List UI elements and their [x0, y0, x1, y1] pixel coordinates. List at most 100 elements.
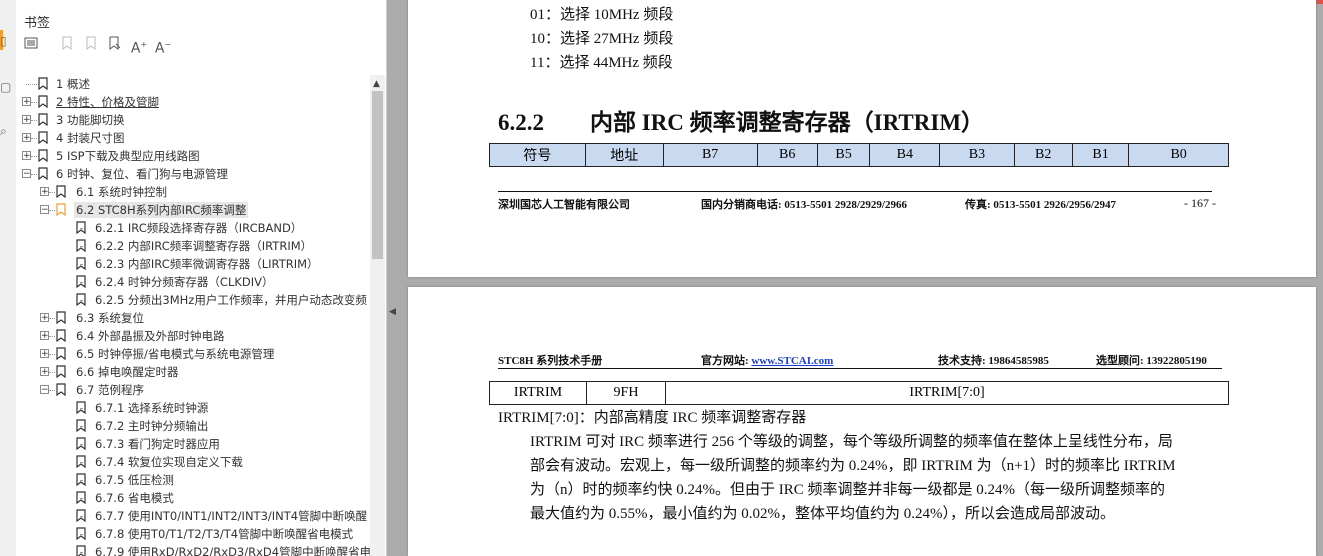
page-thumbnail-icon[interactable]: ▢	[0, 80, 12, 94]
bookmark-icon	[76, 545, 86, 556]
document-page-168: STC8H 系列技术手册 官方网站: www.STCAI.com 技术支持: 1…	[408, 287, 1316, 556]
bookmark-icon	[56, 365, 66, 378]
bookmark-item[interactable]: 6.2.1 IRC频段选择寄存器（IRCBAND）	[16, 219, 371, 237]
bookmark-item[interactable]: 6.7.6 省电模式	[16, 489, 371, 507]
col-b6: B6	[756, 143, 818, 167]
bookmark-item[interactable]: − 6.2 STC8H系列内部IRC频率调整	[16, 201, 371, 219]
collapse-icon[interactable]: −	[40, 205, 49, 215]
expand-icon[interactable]: +	[22, 115, 31, 125]
header-site: 官方网站: www.STCAI.com	[701, 352, 833, 368]
expand-icon[interactable]: +	[40, 331, 49, 341]
expand-icon[interactable]: +	[22, 133, 31, 143]
bookmark-item[interactable]: +6.6 掉电唤醒定时器	[16, 363, 371, 381]
bookmark-icon	[76, 473, 86, 486]
site-link[interactable]: www.STCAI.com	[751, 355, 833, 367]
bookmark-label: 6.7.3 看门狗定时器应用	[95, 437, 220, 451]
bookmark-item[interactable]: 6.2.5 分频出3MHz用户工作频率，并用户动态改变频	[16, 291, 371, 309]
text-enlarge-icon[interactable]: A+	[130, 36, 148, 57]
side-rail: ▯ ▢ ⌕	[0, 0, 17, 556]
footer-company: 深圳国芯人工智能有限公司	[498, 199, 630, 211]
col-b4: B4	[869, 143, 941, 167]
bookmark-item[interactable]: +4 封装尺寸图	[16, 129, 371, 147]
tree-connector	[49, 336, 55, 337]
bookmark-icon	[38, 131, 48, 144]
expand-icon[interactable]: +	[40, 187, 49, 197]
bookmark-label: 6.7.6 省电模式	[95, 491, 174, 505]
reg-name: IRTRIM	[489, 381, 587, 405]
collapse-icon[interactable]: −	[22, 169, 31, 179]
bookmark-label: 6.2.2 内部IRC频率调整寄存器（IRTRIM）	[95, 239, 313, 253]
tree-connector	[49, 354, 55, 355]
bookmark-item[interactable]: 6.7.3 看门狗定时器应用	[16, 435, 371, 453]
bookmark-item[interactable]: +6.3 系统复位	[16, 309, 371, 327]
bookmark-label: 3 功能脚切换	[56, 113, 125, 127]
bookmark-item[interactable]: 6.7.7 使用INT0/INT1/INT2/INT3/INT4管脚中断唤醒	[16, 507, 371, 525]
bookmark-label: 6.7.5 低压检测	[95, 473, 174, 487]
scroll-up-icon[interactable]: ▲	[373, 79, 380, 89]
expand-icon[interactable]: +	[40, 349, 49, 359]
bookmark-label: 6.7.9 使用RxD/RxD2/RxD3/RxD4管脚中断唤醒省电	[95, 545, 371, 556]
header-rule	[498, 368, 1222, 369]
bookmark-panel-icon[interactable]: ▯	[0, 34, 12, 48]
collapse-panel-icon[interactable]: ◀	[389, 307, 396, 317]
bookmark-item[interactable]: 6.7.9 使用RxD/RxD2/RxD3/RxD4管脚中断唤醒省电	[16, 543, 371, 556]
expand-icon[interactable]: +	[40, 313, 49, 323]
bookmark-item[interactable]: +5 ISP下载及典型应用线路图	[16, 147, 371, 165]
options-icon[interactable]	[22, 36, 40, 54]
bookmark-label: 6.4 外部晶振及外部时钟电路	[76, 329, 225, 343]
document-page-167: 01：选择 10MHz 频段 10：选择 27MHz 频段 11：选择 44MH…	[408, 0, 1316, 277]
reg-bits: IRTRIM[7:0]	[665, 381, 1229, 405]
bookmark-icon	[38, 149, 48, 162]
bookmark-label: 6.7.4 软复位实现自定义下载	[95, 455, 243, 469]
bookmark-icon	[56, 329, 66, 342]
expand-icon[interactable]: +	[40, 367, 49, 377]
bookmark-item[interactable]: 6.2.4 时钟分频寄存器（CLKDIV）	[16, 273, 371, 291]
register-header-table: 符号 地址 B7 B6 B5 B4 B3 B2 B1 B0	[489, 143, 1229, 167]
bookmark-item[interactable]: +2 特性、价格及管脚	[16, 93, 371, 111]
bookmark-jump-icon[interactable]	[106, 36, 124, 54]
header-support: 技术支持: 19864585985	[938, 355, 1049, 367]
bookmark-item[interactable]: 6.7.2 主时钟分频输出	[16, 417, 371, 435]
bookmark-item[interactable]: 6.7.8 使用T0/T1/T2/T3/T4管脚中断唤醒省电模式	[16, 525, 371, 543]
bookmark-item[interactable]: 6.2.3 内部IRC频率微调寄存器（LIRTRIM）	[16, 255, 371, 273]
bookmark-item[interactable]: − 6 时钟、复位、看门狗与电源管理	[16, 165, 371, 183]
bookmark-item[interactable]: 6.7.1 选择系统时钟源	[16, 399, 371, 417]
bookmark-add-icon[interactable]	[82, 36, 100, 54]
bookmark-item[interactable]: 6.2.2 内部IRC频率调整寄存器（IRTRIM）	[16, 237, 371, 255]
bookmarks-panel: 书签 A+ A− 1 概述 +2 特性、价格及管脚 +3 功能脚切换 +4 封装尺寸图…	[16, 0, 387, 556]
bookmark-label: 6.7 范例程序	[76, 383, 144, 397]
bookmark-item[interactable]: +3 功能脚切换	[16, 111, 371, 129]
bookmark-scrollbar[interactable]: ▲	[370, 75, 385, 556]
tree-connector	[31, 120, 37, 121]
scroll-thumb[interactable]	[372, 91, 383, 259]
desc-line-3: 为（n）时的频率约快 0.24%。但由于 IRC 频率调整并非每一级都是 0.2…	[530, 482, 1165, 498]
bookmark-icon	[38, 113, 48, 126]
bookmark-item[interactable]: +6.4 外部晶振及外部时钟电路	[16, 327, 371, 345]
desc-line-2: 部会有波动。宏观上，每一级所调整的频率约为 0.24%，即 IRTRIM 为（n…	[530, 458, 1176, 474]
collapse-icon[interactable]: −	[40, 385, 49, 395]
attachment-icon[interactable]: ⌕	[0, 124, 12, 138]
bookmark-item[interactable]: +6.5 时钟停振/省电模式与系统电源管理	[16, 345, 371, 363]
bookmark-icon	[56, 347, 66, 360]
bookmark-icon	[76, 527, 86, 540]
bookmark-label: 6.2.4 时钟分频寄存器（CLKDIV）	[95, 275, 274, 289]
bookmark-item[interactable]: 6.7.5 低压检测	[16, 471, 371, 489]
expand-icon[interactable]: +	[22, 97, 31, 107]
text-shrink-icon[interactable]: A−	[154, 36, 172, 57]
bookmark-icon	[56, 311, 66, 324]
expand-icon[interactable]: +	[22, 151, 31, 161]
bookmark-item[interactable]: 1 概述	[16, 75, 371, 93]
bookmark-icon[interactable]	[58, 36, 76, 54]
tree-connector	[49, 210, 55, 211]
tree-connector	[26, 84, 37, 85]
bookmark-item[interactable]: +6.1 系统时钟控制	[16, 183, 371, 201]
bookmark-icon	[76, 455, 86, 468]
footer-fax: 传真: 0513-5501 2926/2956/2947	[965, 199, 1116, 211]
bookmark-item[interactable]: − 6.7 范例程序	[16, 381, 371, 399]
bookmark-icon	[56, 203, 66, 216]
col-b1: B1	[1071, 143, 1130, 167]
reg-address: 9FH	[586, 381, 666, 405]
bookmark-label: 6.6 掉电唤醒定时器	[76, 365, 179, 379]
bookmark-icon	[76, 419, 86, 432]
bookmark-item[interactable]: 6.7.4 软复位实现自定义下载	[16, 453, 371, 471]
